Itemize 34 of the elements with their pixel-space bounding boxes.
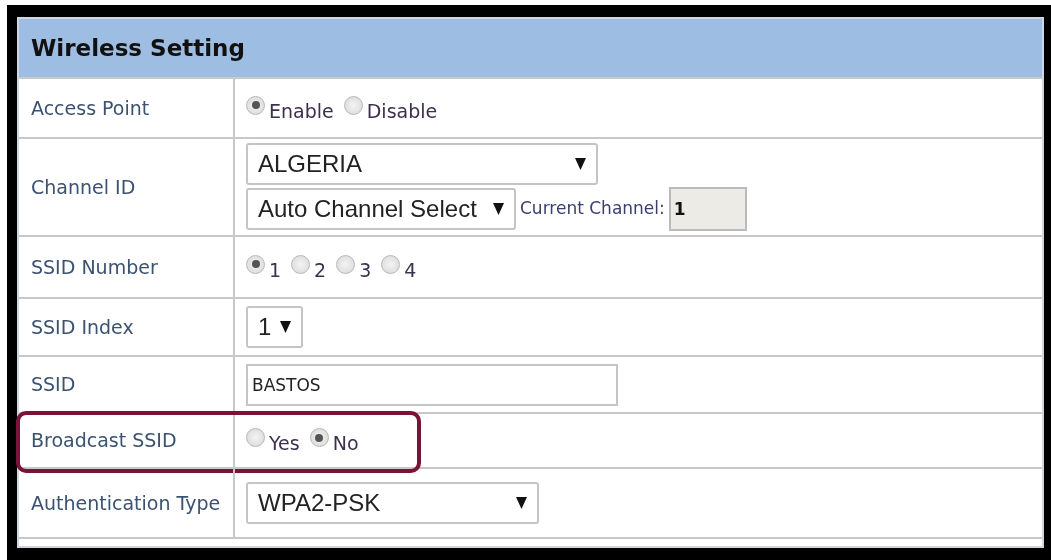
- radio-button[interactable]: [246, 428, 265, 447]
- radio-button[interactable]: [246, 254, 265, 274]
- caret-icon: [493, 203, 504, 215]
- radio-button[interactable]: [246, 95, 265, 115]
- caret-icon: [516, 497, 527, 509]
- field-label: SSID Index: [19, 299, 235, 355]
- radio-button[interactable]: [343, 95, 363, 115]
- dropdown[interactable]: Auto Channel Select: [246, 188, 516, 230]
- dropdown[interactable]: ALGERIA: [246, 143, 598, 185]
- caret-icon: [280, 321, 291, 333]
- field-label: SSID: [19, 357, 235, 412]
- option-label: 4: [404, 257, 417, 283]
- radio-button[interactable]: [381, 254, 401, 274]
- option-label: Enable: [269, 98, 334, 124]
- field-label: Authentication Type: [19, 469, 235, 537]
- dropdown[interactable]: WPA2-PSK: [246, 482, 539, 524]
- option-label: Yes: [269, 431, 300, 457]
- option-label: 3: [359, 257, 372, 283]
- option-label: 1: [269, 257, 282, 283]
- option-label: Disable: [366, 98, 438, 124]
- field-label: Current Channel:: [520, 197, 665, 221]
- caret-icon: [575, 158, 586, 170]
- field-label: SSID Number: [19, 237, 235, 297]
- dropdown[interactable]: 1: [246, 306, 303, 348]
- panel-title: Wireless Setting: [19, 19, 1042, 79]
- field-label: Broadcast SSID: [19, 414, 235, 467]
- radio-button[interactable]: [336, 254, 356, 274]
- option-label: No: [332, 431, 359, 457]
- option-label: 2: [314, 257, 327, 283]
- input-field[interactable]: BASTOS: [246, 363, 618, 406]
- radio-button[interactable]: [291, 254, 311, 274]
- radio-button[interactable]: [309, 428, 329, 447]
- field-label: Channel ID: [19, 139, 235, 235]
- field-label: Access Point: [19, 79, 235, 137]
